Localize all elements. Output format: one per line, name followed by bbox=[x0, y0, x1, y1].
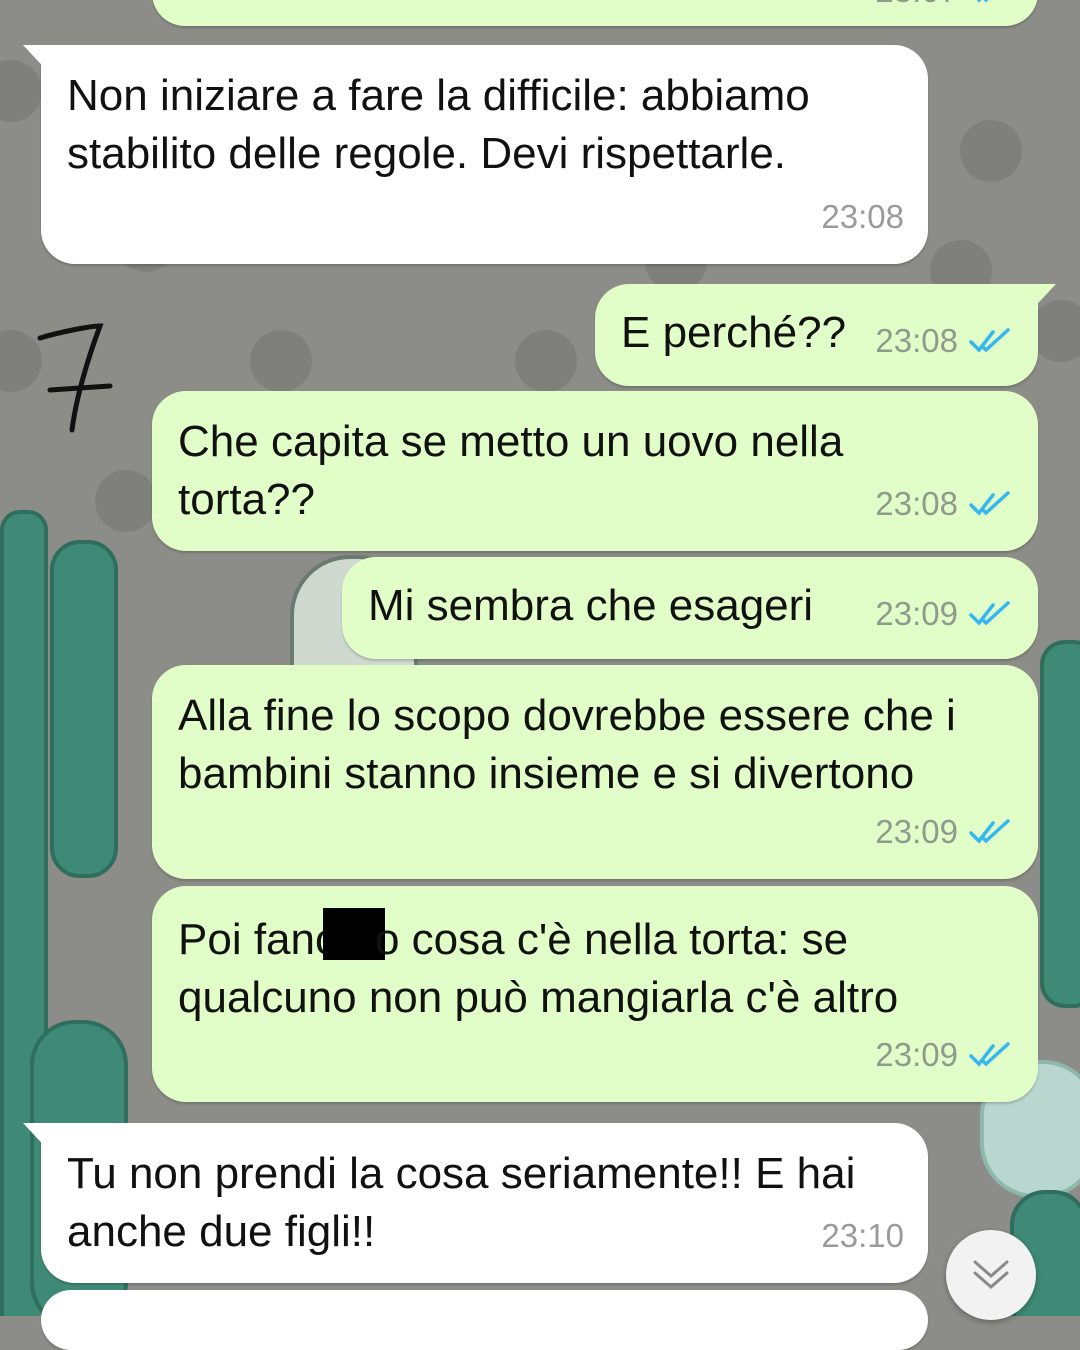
message-bubble-incoming[interactable]: Tu non prendi la cosa seriamente!! E hai… bbox=[23, 1123, 928, 1283]
message-meta: 23:09 bbox=[875, 585, 1014, 643]
double-check-icon bbox=[969, 491, 1010, 516]
double-check-icon bbox=[969, 328, 1010, 353]
message-bubble-outgoing[interactable]: E perché?? 23:08 bbox=[595, 284, 1056, 386]
double-check-icon bbox=[969, 819, 1010, 844]
message-meta: 23:08 bbox=[875, 475, 1014, 533]
double-check-icon bbox=[969, 601, 1010, 626]
message-bubble-outgoing[interactable]: Poi fanc o cosa c'è nella torta: se qualc… bbox=[152, 886, 1038, 1102]
message-text: Non iniziare a fare la difficile: abbiam… bbox=[67, 71, 810, 178]
message-meta: 23:09 bbox=[875, 803, 1014, 861]
double-check-icon bbox=[976, 0, 989, 3]
scroll-to-bottom-button[interactable] bbox=[946, 1230, 1036, 1320]
message-text-before: Poi fanc bbox=[178, 915, 337, 964]
message-time: 23:09 bbox=[875, 1036, 958, 1073]
message-bubble-outgoing[interactable]: Che capita se metto un uovo nella torta?… bbox=[152, 391, 1038, 551]
message-text: Poi fanc o cosa c'è nella torta: se qualc… bbox=[178, 908, 1012, 1027]
message-text: Alla fine lo scopo dovrebbe essere che i… bbox=[178, 691, 956, 798]
message-text: Tu non prendi la cosa seriamente!! E hai… bbox=[67, 1149, 856, 1256]
message-time: 23:08 bbox=[821, 198, 904, 235]
chevron-down-icon bbox=[973, 1260, 1009, 1289]
bubble-tail bbox=[1028, 284, 1056, 314]
message-meta: 23:10 bbox=[821, 1207, 904, 1265]
message-bubble-incoming[interactable]: Non iniziare a fare la difficile: abbiam… bbox=[23, 45, 928, 264]
message-meta: 23:09 bbox=[875, 1026, 1014, 1084]
message-meta: 23:08 bbox=[875, 312, 1014, 370]
message-bubble-incoming-partial[interactable] bbox=[41, 1290, 928, 1350]
double-check-icon bbox=[969, 1042, 1010, 1067]
message-time: 23:09 bbox=[875, 595, 958, 632]
message-text: Che capita se metto un uovo nella torta?… bbox=[178, 417, 844, 524]
message-time: 23:08 bbox=[875, 485, 958, 522]
message-meta: 23:08 bbox=[821, 188, 904, 246]
handwritten-annotation-seven bbox=[37, 323, 113, 433]
message-bubble-outgoing[interactable]: 23:07 bbox=[152, 0, 1038, 26]
message-time: 23:10 bbox=[821, 1217, 904, 1254]
message-time: 23:08 bbox=[875, 322, 958, 359]
bubble-tail bbox=[23, 1123, 51, 1153]
message-bubble-outgoing[interactable]: Alla fine lo scopo dovrebbe essere che i… bbox=[152, 665, 1038, 879]
message-time: 23:09 bbox=[875, 813, 958, 850]
bubble-tail bbox=[23, 45, 51, 75]
message-meta: 23:07 bbox=[875, 0, 1014, 20]
message-bubble-outgoing[interactable]: Mi sembra che esageri 23:09 bbox=[342, 557, 1038, 659]
message-time: 23:07 bbox=[875, 0, 958, 20]
